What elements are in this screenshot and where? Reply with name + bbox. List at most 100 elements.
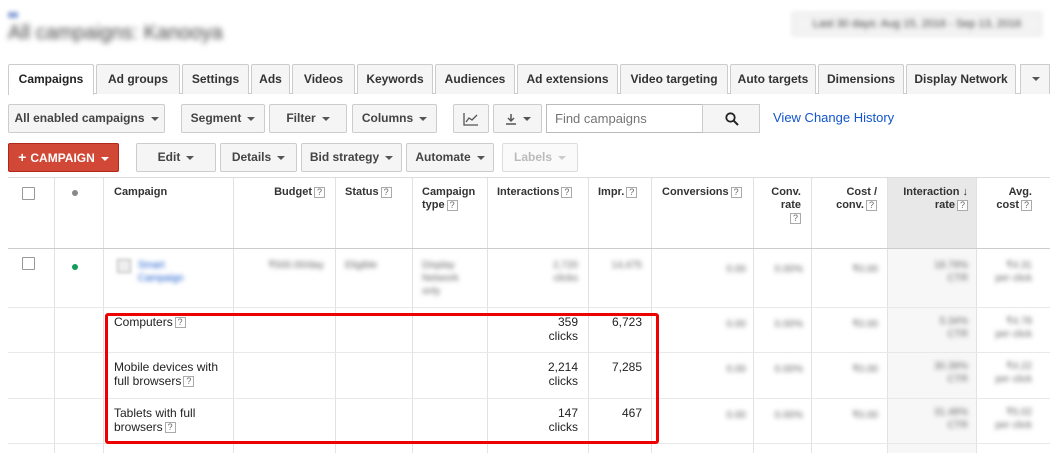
col-interaction-rate[interactable]: Interaction ↓ rate?: [892, 186, 968, 212]
more-tabs-button[interactable]: [1020, 64, 1050, 94]
help-icon[interactable]: ?: [626, 186, 638, 198]
col-conv-rate-label: rate: [780, 199, 801, 211]
search-button[interactable]: [702, 104, 760, 133]
labels-label: Labels: [513, 150, 552, 164]
tab-campaigns[interactable]: Campaigns: [8, 64, 94, 95]
campaign-type-line: Network: [422, 273, 459, 284]
tab-keywords[interactable]: Keywords: [357, 64, 433, 94]
campaign-icon: [117, 259, 131, 273]
automate-dropdown[interactable]: Automate: [406, 143, 494, 172]
view-change-history-link[interactable]: View Change History: [773, 110, 894, 125]
campaign-cost-per-conv: ₹0.00: [852, 264, 878, 275]
segment-dropdown[interactable]: Segment: [181, 104, 265, 133]
col-campaign-type-label: Campaign: [422, 186, 476, 198]
download-icon: [505, 113, 516, 125]
help-icon[interactable]: ?: [314, 186, 325, 198]
campaign-impressions: 14,475: [611, 260, 642, 271]
help-icon[interactable]: ?: [380, 186, 392, 198]
segment-avg-cost-unit: per click: [995, 329, 1032, 340]
col-impressions[interactable]: Impr.?: [598, 186, 638, 199]
col-status[interactable]: Status?: [345, 186, 392, 199]
select-all-checkbox[interactable]: [22, 187, 35, 200]
add-campaign-button[interactable]: + CAMPAIGN: [8, 143, 119, 172]
tab-ad-groups[interactable]: Ad groups: [96, 64, 180, 94]
tab-ad-extensions[interactable]: Ad extensions: [517, 64, 618, 94]
date-range-selector[interactable]: Last 30 days: Aug 15, 2016 - Sep 13, 201…: [792, 12, 1042, 36]
campaign-scope-dropdown[interactable]: All enabled campaigns: [8, 104, 165, 133]
chevron-down-icon: [385, 155, 394, 160]
bid-strategy-dropdown[interactable]: Bid strategy: [301, 143, 402, 172]
tab-audiences[interactable]: Audiences: [435, 64, 515, 94]
col-conv-rate[interactable]: Conv. rate?: [758, 186, 801, 225]
edit-label: Edit: [157, 150, 181, 164]
chevron-down-icon: [277, 155, 286, 160]
campaign-interactions-unit: clicks: [553, 273, 578, 284]
search-input[interactable]: [546, 104, 703, 133]
campaign-avg-cost-value: ₹4.31: [1006, 260, 1032, 271]
tab-bar: Campaigns Ad groups Settings Ads Videos …: [8, 64, 1050, 95]
campaign-budget: ₹500.00/day: [268, 260, 324, 271]
labels-dropdown[interactable]: Labels: [502, 143, 578, 172]
filter-dropdown[interactable]: Filter: [269, 104, 347, 133]
tab-dimensions[interactable]: Dimensions: [818, 64, 904, 94]
segment-conv-rate: 0.00%: [774, 319, 803, 330]
col-avg-cost-label: cost: [996, 199, 1019, 211]
row-divider: [8, 307, 1050, 308]
row-checkbox[interactable]: [22, 257, 35, 270]
chevron-down-icon: [150, 116, 159, 121]
segment-conversions: 0.00: [726, 364, 746, 375]
col-budget[interactable]: Budget?: [238, 186, 325, 199]
campaign-interactions: 2,720 clicks: [492, 259, 578, 285]
chevron-down-icon: [558, 155, 566, 160]
campaign-name-line: Campaign: [138, 273, 184, 284]
download-dropdown[interactable]: [493, 104, 542, 133]
col-campaign-type[interactable]: Campaign type?: [422, 186, 475, 212]
tab-auto-targets[interactable]: Auto targets: [730, 64, 816, 94]
col-impressions-label: Impr.: [598, 186, 625, 198]
segment-conv-rate: 0.00%: [774, 364, 803, 375]
segment-interaction-rate: 31.48% CTR: [892, 406, 968, 432]
status-dot-icon: [72, 190, 78, 196]
details-dropdown[interactable]: Details: [220, 143, 297, 172]
help-icon[interactable]: ?: [957, 199, 968, 211]
row-divider: [8, 177, 1050, 178]
col-campaign[interactable]: Campaign: [114, 186, 167, 199]
tab-display-network[interactable]: Display Network: [906, 64, 1016, 94]
help-icon[interactable]: ?: [866, 199, 877, 211]
col-conversions[interactable]: Conversions?: [662, 186, 742, 199]
breadcrumb[interactable]: [8, 12, 18, 18]
edit-dropdown[interactable]: Edit: [136, 143, 216, 172]
columns-label: Columns: [361, 111, 414, 125]
campaign-name-line: Smart: [138, 260, 165, 271]
help-icon[interactable]: ?: [1021, 199, 1032, 211]
campaign-avg-cost: ₹4.31 per click: [980, 259, 1032, 285]
chart-toggle-button[interactable]: [453, 104, 489, 133]
col-interactions[interactable]: Interactions?: [497, 186, 573, 199]
col-interaction-rate-label: Interaction: [903, 186, 960, 198]
tab-ads[interactable]: Ads: [251, 64, 290, 94]
tab-videos[interactable]: Videos: [292, 64, 355, 94]
chevron-down-icon: [476, 155, 485, 160]
col-conv-rate-label: Conv.: [771, 186, 801, 198]
help-icon[interactable]: ?: [790, 212, 801, 224]
chevron-down-icon: [1032, 77, 1040, 81]
chevron-down-icon: [522, 116, 531, 121]
help-icon[interactable]: ?: [561, 186, 573, 198]
columns-dropdown[interactable]: Columns: [352, 104, 437, 133]
help-icon[interactable]: ?: [446, 199, 458, 211]
help-icon[interactable]: ?: [730, 186, 742, 198]
tab-settings[interactable]: Settings: [182, 64, 249, 94]
col-status-label: Status: [345, 186, 379, 198]
segment-interaction-rate: 30.39% CTR: [892, 360, 968, 386]
segment-interaction-rate-unit: CTR: [947, 374, 968, 385]
segment-avg-cost-unit: per click: [995, 420, 1032, 431]
col-cost-per-conv[interactable]: Cost / conv.?: [816, 186, 877, 212]
campaign-name-link[interactable]: Smart Campaign: [138, 259, 184, 285]
chevron-down-icon: [100, 156, 109, 161]
search-icon: [725, 112, 739, 126]
campaign-conversions: 0.00: [726, 264, 746, 275]
campaign-avg-cost-unit: per click: [995, 273, 1032, 284]
segment-interaction-rate-value: 5.34%: [939, 316, 968, 327]
tab-video-targeting[interactable]: Video targeting: [620, 64, 728, 94]
col-avg-cost[interactable]: Avg. cost?: [980, 186, 1032, 212]
